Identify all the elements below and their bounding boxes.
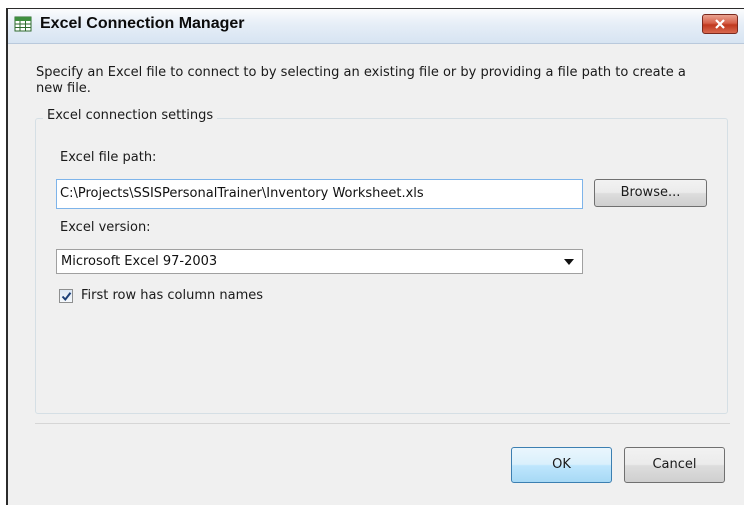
footer-divider xyxy=(35,423,730,424)
dropdown-arrow-icon[interactable] xyxy=(564,259,574,265)
cancel-button[interactable]: Cancel xyxy=(624,447,725,483)
excel-version-label: Excel version: xyxy=(60,220,151,235)
dialog-description: Specify an Excel file to connect to by s… xyxy=(36,65,686,96)
close-button[interactable] xyxy=(702,14,738,34)
first-row-checkbox-label[interactable]: First row has column names xyxy=(81,288,263,303)
excel-version-select[interactable]: Microsoft Excel 97-2003 xyxy=(56,249,583,274)
excel-sheet-icon xyxy=(14,15,32,33)
file-path-label: Excel file path: xyxy=(60,150,157,165)
browse-button[interactable]: Browse... xyxy=(594,179,707,207)
group-legend: Excel connection settings xyxy=(43,108,218,123)
file-path-input[interactable]: C:\Projects\SSISPersonalTrainer\Inventor… xyxy=(56,179,583,209)
excel-version-value: Microsoft Excel 97-2003 xyxy=(61,254,218,269)
checkmark-icon xyxy=(61,292,72,302)
window-title: Excel Connection Manager xyxy=(40,15,245,32)
ok-button[interactable]: OK xyxy=(511,447,612,483)
first-row-checkbox[interactable] xyxy=(59,289,73,303)
title-bar[interactable]: Excel Connection Manager xyxy=(8,9,744,44)
close-icon xyxy=(715,19,725,29)
dialog-window: Excel Connection Manager Specify an Exce… xyxy=(6,8,744,505)
